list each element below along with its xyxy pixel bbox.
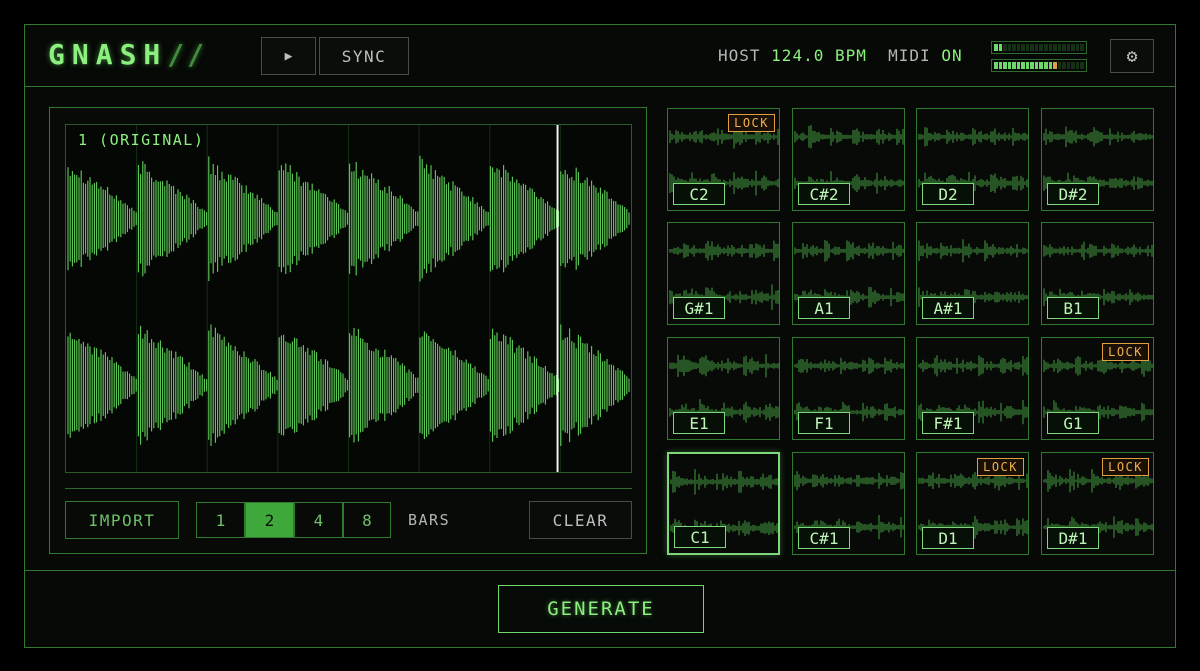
pad-note-label: D#1 [1047, 527, 1099, 549]
pad-note-label: F#1 [922, 412, 974, 434]
pad-f1[interactable]: F1 [792, 337, 905, 440]
pad-note-label: A1 [798, 297, 850, 319]
header-divider [24, 86, 1176, 87]
play-button[interactable]: ▶ [261, 37, 316, 75]
gear-icon: ⚙ [1126, 45, 1138, 67]
lock-badge[interactable]: LOCK [1102, 343, 1149, 361]
pad-note-label: D1 [922, 527, 974, 549]
pad-b1[interactable]: B1 [1041, 222, 1154, 325]
pad-csharp1[interactable]: C#1 [792, 452, 905, 555]
midi-state: ON [941, 46, 963, 65]
sync-button[interactable]: SYNC [319, 37, 409, 75]
pad-note-label: D2 [922, 183, 974, 205]
waveform-display[interactable] [65, 124, 632, 473]
generate-button[interactable]: GENERATE [498, 585, 704, 633]
pad-note-label: C#2 [798, 183, 850, 205]
pad-dsharp1[interactable]: D#1 LOCK [1041, 452, 1154, 555]
tempo-readout: 124.0 BPM [771, 46, 867, 65]
pad-asharp1[interactable]: A#1 [916, 222, 1029, 325]
level-meter-top [991, 41, 1087, 54]
pad-note-label: C2 [673, 183, 725, 205]
pad-note-label: A#1 [922, 297, 974, 319]
pad-note-label: F1 [798, 412, 850, 434]
lock-badge[interactable]: LOCK [728, 114, 775, 132]
lock-badge[interactable]: LOCK [977, 458, 1024, 476]
pad-e1[interactable]: E1 [667, 337, 780, 440]
level-meter-bottom [991, 59, 1087, 72]
pad-note-label: G1 [1047, 412, 1099, 434]
pad-a1[interactable]: A1 [792, 222, 905, 325]
pad-gsharp1[interactable]: G#1 [667, 222, 780, 325]
pad-note-label: D#2 [1047, 183, 1099, 205]
bars-option-1[interactable]: 1 [196, 502, 245, 538]
play-icon: ▶ [284, 48, 293, 64]
settings-button[interactable]: ⚙ [1110, 39, 1154, 73]
waveform-label: 1 (ORIGINAL) [78, 131, 205, 149]
pad-fsharp1[interactable]: F#1 [916, 337, 1029, 440]
pad-g1[interactable]: G1 LOCK [1041, 337, 1154, 440]
host-status: HOST 124.0 BPM MIDI ON [718, 46, 963, 65]
pad-note-label: C#1 [798, 527, 850, 549]
pad-note-label: B1 [1047, 297, 1099, 319]
app-logo: GNASH// [48, 38, 208, 71]
pad-d2[interactable]: D2 [916, 108, 1029, 211]
bars-label: BARS [408, 511, 451, 529]
panel-divider [65, 488, 632, 489]
pad-note-label: E1 [673, 412, 725, 434]
footer-divider [24, 570, 1176, 571]
pad-note-label: C1 [674, 526, 726, 548]
bars-option-8[interactable]: 8 [343, 502, 391, 538]
clear-button[interactable]: CLEAR [529, 501, 632, 539]
import-button[interactable]: IMPORT [65, 501, 179, 539]
pad-note-label: G#1 [673, 297, 725, 319]
bars-option-2[interactable]: 2 [245, 502, 294, 538]
pad-c1[interactable]: C1 [667, 452, 780, 555]
lock-badge[interactable]: LOCK [1102, 458, 1149, 476]
pad-c2[interactable]: C2 LOCK [667, 108, 780, 211]
pad-csharp2[interactable]: C#2 [792, 108, 905, 211]
bars-option-4[interactable]: 4 [294, 502, 343, 538]
pad-d1[interactable]: D1 LOCK [916, 452, 1029, 555]
pad-dsharp2[interactable]: D#2 [1041, 108, 1154, 211]
